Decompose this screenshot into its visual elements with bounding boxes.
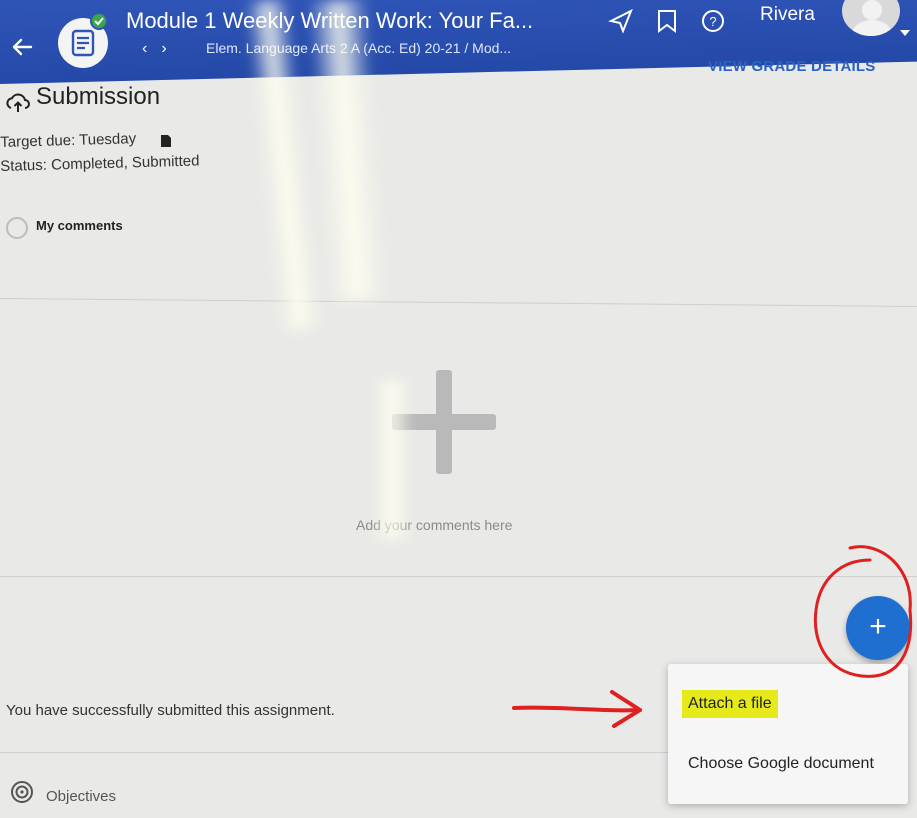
add-fab-button[interactable]: + [846, 596, 910, 660]
success-message: You have successfully submitted this ass… [6, 702, 335, 719]
red-arrow-annotation [512, 705, 642, 713]
prev-next-nav[interactable]: ‹› [142, 40, 181, 58]
file-icon[interactable] [160, 134, 172, 153]
send-icon[interactable] [608, 8, 636, 36]
help-icon[interactable]: ? [700, 8, 728, 36]
add-comment-plus-icon[interactable] [392, 370, 496, 474]
submission-title: Submission [36, 83, 161, 110]
avatar-body [852, 20, 892, 36]
red-arrowhead-annotation [610, 690, 642, 728]
avatar-head [862, 0, 882, 20]
back-arrow-icon[interactable] [8, 36, 36, 60]
menu-item-attach-file[interactable]: Attach a file [668, 680, 908, 728]
divider [0, 576, 917, 577]
target-due: Target due: Tuesday [0, 130, 137, 151]
divider [0, 297, 917, 308]
assignment-title: Module 1 Weekly Written Work: Your Fa... [126, 8, 534, 33]
view-grade-details-link[interactable]: VIEW GRADE DETAILS [708, 58, 876, 75]
add-comments-placeholder[interactable]: Add your comments here [356, 517, 512, 533]
objectives-icon [10, 780, 34, 809]
divider [0, 752, 668, 753]
upload-icon [6, 92, 30, 121]
attach-menu: Attach a file Choose Google document [668, 664, 908, 804]
check-badge-icon [90, 12, 108, 30]
plus-bar-vertical [436, 370, 452, 474]
objectives-label[interactable]: Objectives [46, 788, 116, 805]
attach-file-label: Attach a file [682, 690, 778, 718]
chevron-down-icon[interactable] [900, 30, 910, 36]
status-text: Status: Completed, Submitted [0, 152, 200, 175]
my-comments-label: My comments [36, 218, 123, 233]
menu-item-google-document[interactable]: Choose Google document [668, 740, 908, 788]
breadcrumb[interactable]: Elem. Language Arts 2 A (Acc. Ed) 20-21 … [206, 40, 511, 56]
google-document-label: Choose Google document [688, 755, 874, 772]
svg-text:?: ? [709, 14, 716, 29]
bookmark-icon[interactable] [654, 8, 682, 36]
comment-avatar-icon [6, 217, 28, 239]
user-name[interactable]: Rivera [760, 4, 815, 26]
